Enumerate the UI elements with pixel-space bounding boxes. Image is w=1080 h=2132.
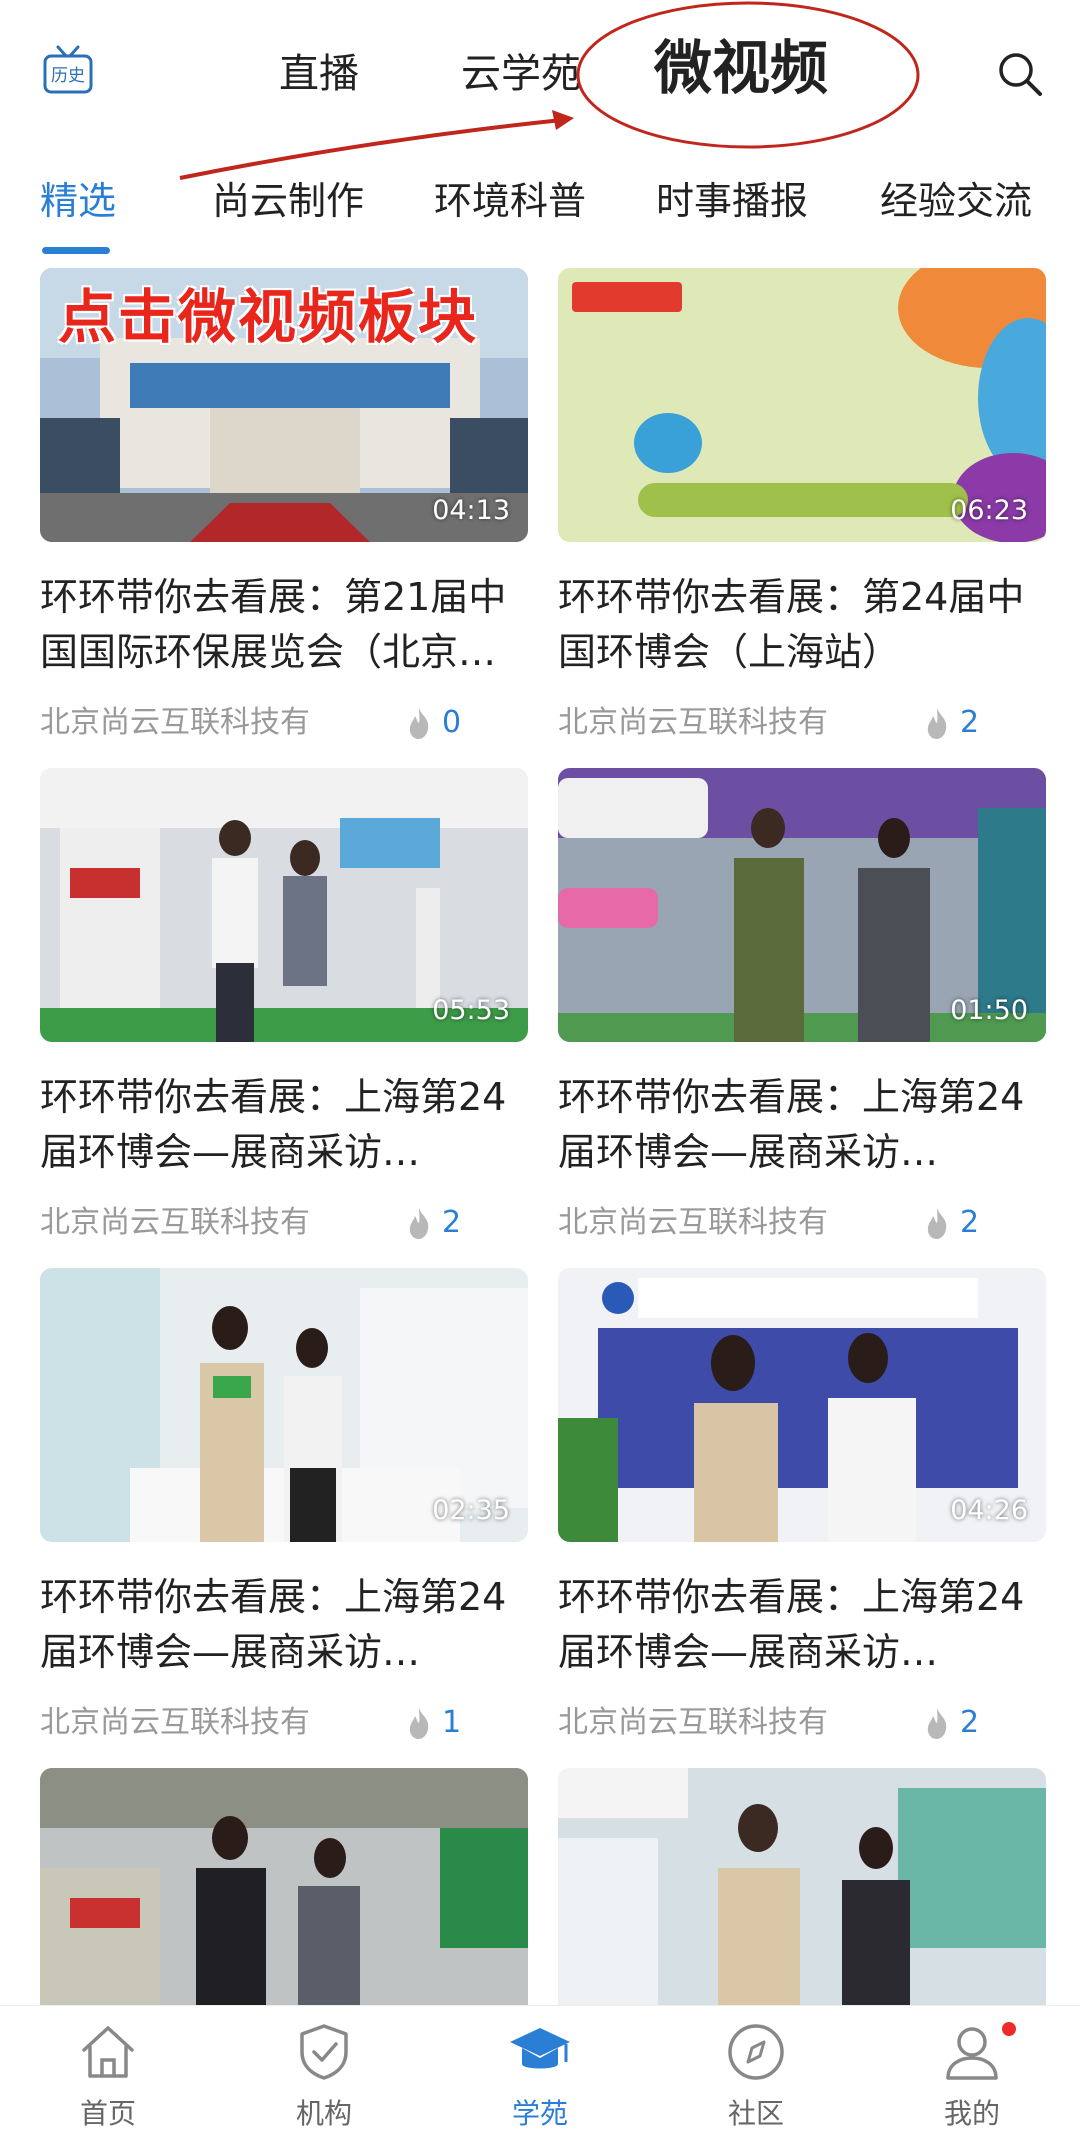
video-meta: 北京尚云互联科技有 0 (40, 698, 528, 748)
graduation-cap-icon (510, 2028, 570, 2069)
nav-profile[interactable]: 我的 (892, 2006, 1052, 2130)
category-tabs: 精选 尚云制作 环境科普 时事播报 经验交流 (0, 165, 1080, 255)
video-thumbnail[interactable]: 04:26 (558, 1268, 1046, 1542)
user-icon (946, 2027, 998, 2080)
bottom-navigation-bar: 首页 机构 学苑 社区 我的 (0, 2005, 1080, 2130)
video-author: 北京尚云互联科技有 (558, 1205, 828, 1240)
video-meta: 北京尚云互联科技有 1 (40, 1698, 528, 1748)
tab-live[interactable]: 直播 (279, 48, 359, 100)
video-author: 北京尚云互联科技有 (40, 1205, 310, 1240)
video-title[interactable]: 环环带你去看展：上海第24届环博会—展商采访… (40, 1070, 528, 1180)
video-thumbnail[interactable]: 点击微视频板块 04:13 (40, 268, 528, 542)
video-author: 北京尚云互联科技有 (558, 705, 828, 740)
compass-icon (728, 2024, 784, 2080)
video-title[interactable]: 环环带你去看展：上海第24届环博会—展商采访… (558, 1570, 1046, 1680)
video-duration: 04:26 (950, 1495, 1028, 1526)
video-thumbnail[interactable] (40, 1768, 528, 2042)
nav-institution[interactable]: 机构 (244, 2006, 404, 2130)
tab-current-news[interactable]: 时事播报 (656, 177, 808, 225)
nav-home[interactable]: 首页 (28, 2006, 188, 2130)
hot-count: 2 (960, 1705, 980, 1740)
flame-icon (409, 1208, 429, 1239)
nav-label: 我的 (943, 2097, 1000, 2130)
notification-badge (1002, 2022, 1016, 2036)
top-navigation-bar: 历史 直播 云学苑 微视频 (0, 0, 1080, 180)
tab-environment-science[interactable]: 环境科普 (434, 177, 586, 225)
flame-icon (409, 1708, 429, 1739)
video-title[interactable]: 环环带你去看展：第24届中国环博会（上海站） (558, 570, 1046, 680)
video-duration: 02:35 (432, 1495, 510, 1526)
video-thumbnail[interactable]: 01:50 (558, 768, 1046, 1042)
video-title[interactable]: 环环带你去看展：第21届中国国际环保展览会（北京… (40, 570, 528, 680)
video-author: 北京尚云互联科技有 (40, 705, 310, 740)
tab-academy[interactable]: 云学苑 (461, 48, 581, 100)
tab-micro-video[interactable]: 微视频 (654, 28, 828, 108)
video-duration: 01:50 (950, 995, 1028, 1026)
video-thumbnail[interactable]: 06:23 (558, 268, 1046, 542)
flame-icon (409, 708, 429, 739)
video-title[interactable]: 环环带你去看展：上海第24届环博会—展商采访… (40, 1570, 528, 1680)
active-tab-indicator (42, 247, 110, 254)
video-duration: 05:53 (432, 995, 510, 1026)
nav-community[interactable]: 社区 (676, 2006, 836, 2130)
video-author: 北京尚云互联科技有 (40, 1705, 310, 1740)
nav-label: 社区 (727, 2097, 784, 2130)
tab-shangyun-production[interactable]: 尚云制作 (212, 177, 364, 225)
video-duration: 06:23 (950, 495, 1028, 526)
video-thumbnail[interactable]: 02:35 (40, 1268, 528, 1542)
history-tv-icon[interactable]: 历史 (42, 44, 94, 96)
shield-icon (300, 2024, 348, 2080)
video-thumbnail[interactable]: 05:53 (40, 768, 528, 1042)
thumbnail-caption: 点击微视频板块 (58, 283, 479, 351)
video-meta: 北京尚云互联科技有 2 (40, 1198, 528, 1248)
tab-experience-exchange[interactable]: 经验交流 (880, 177, 1032, 225)
flame-icon (927, 1208, 947, 1239)
home-icon (82, 2026, 134, 2078)
video-title[interactable]: 环环带你去看展：上海第24届环博会—展商采访… (558, 1070, 1046, 1180)
video-meta: 北京尚云互联科技有 2 (558, 1198, 1046, 1248)
tab-featured[interactable]: 精选 (40, 177, 116, 225)
hot-count: 1 (442, 1705, 462, 1740)
video-thumbnail[interactable] (558, 1768, 1046, 2042)
hot-count: 2 (442, 1205, 462, 1240)
video-meta: 北京尚云互联科技有 2 (558, 1698, 1046, 1748)
nav-label: 机构 (295, 2097, 352, 2130)
nav-label: 学苑 (511, 2097, 568, 2130)
hot-count: 2 (960, 1205, 980, 1240)
flame-icon (927, 1708, 947, 1739)
nav-academy[interactable]: 学苑 (460, 2006, 620, 2130)
video-duration: 04:13 (432, 495, 510, 526)
nav-label: 首页 (79, 2097, 136, 2130)
hot-count: 0 (442, 705, 462, 740)
flame-icon (927, 708, 947, 739)
history-label: 历史 (51, 66, 85, 86)
video-meta: 北京尚云互联科技有 2 (558, 698, 1046, 748)
video-author: 北京尚云互联科技有 (558, 1705, 828, 1740)
hot-count: 2 (960, 705, 980, 740)
search-icon[interactable] (996, 50, 1044, 98)
